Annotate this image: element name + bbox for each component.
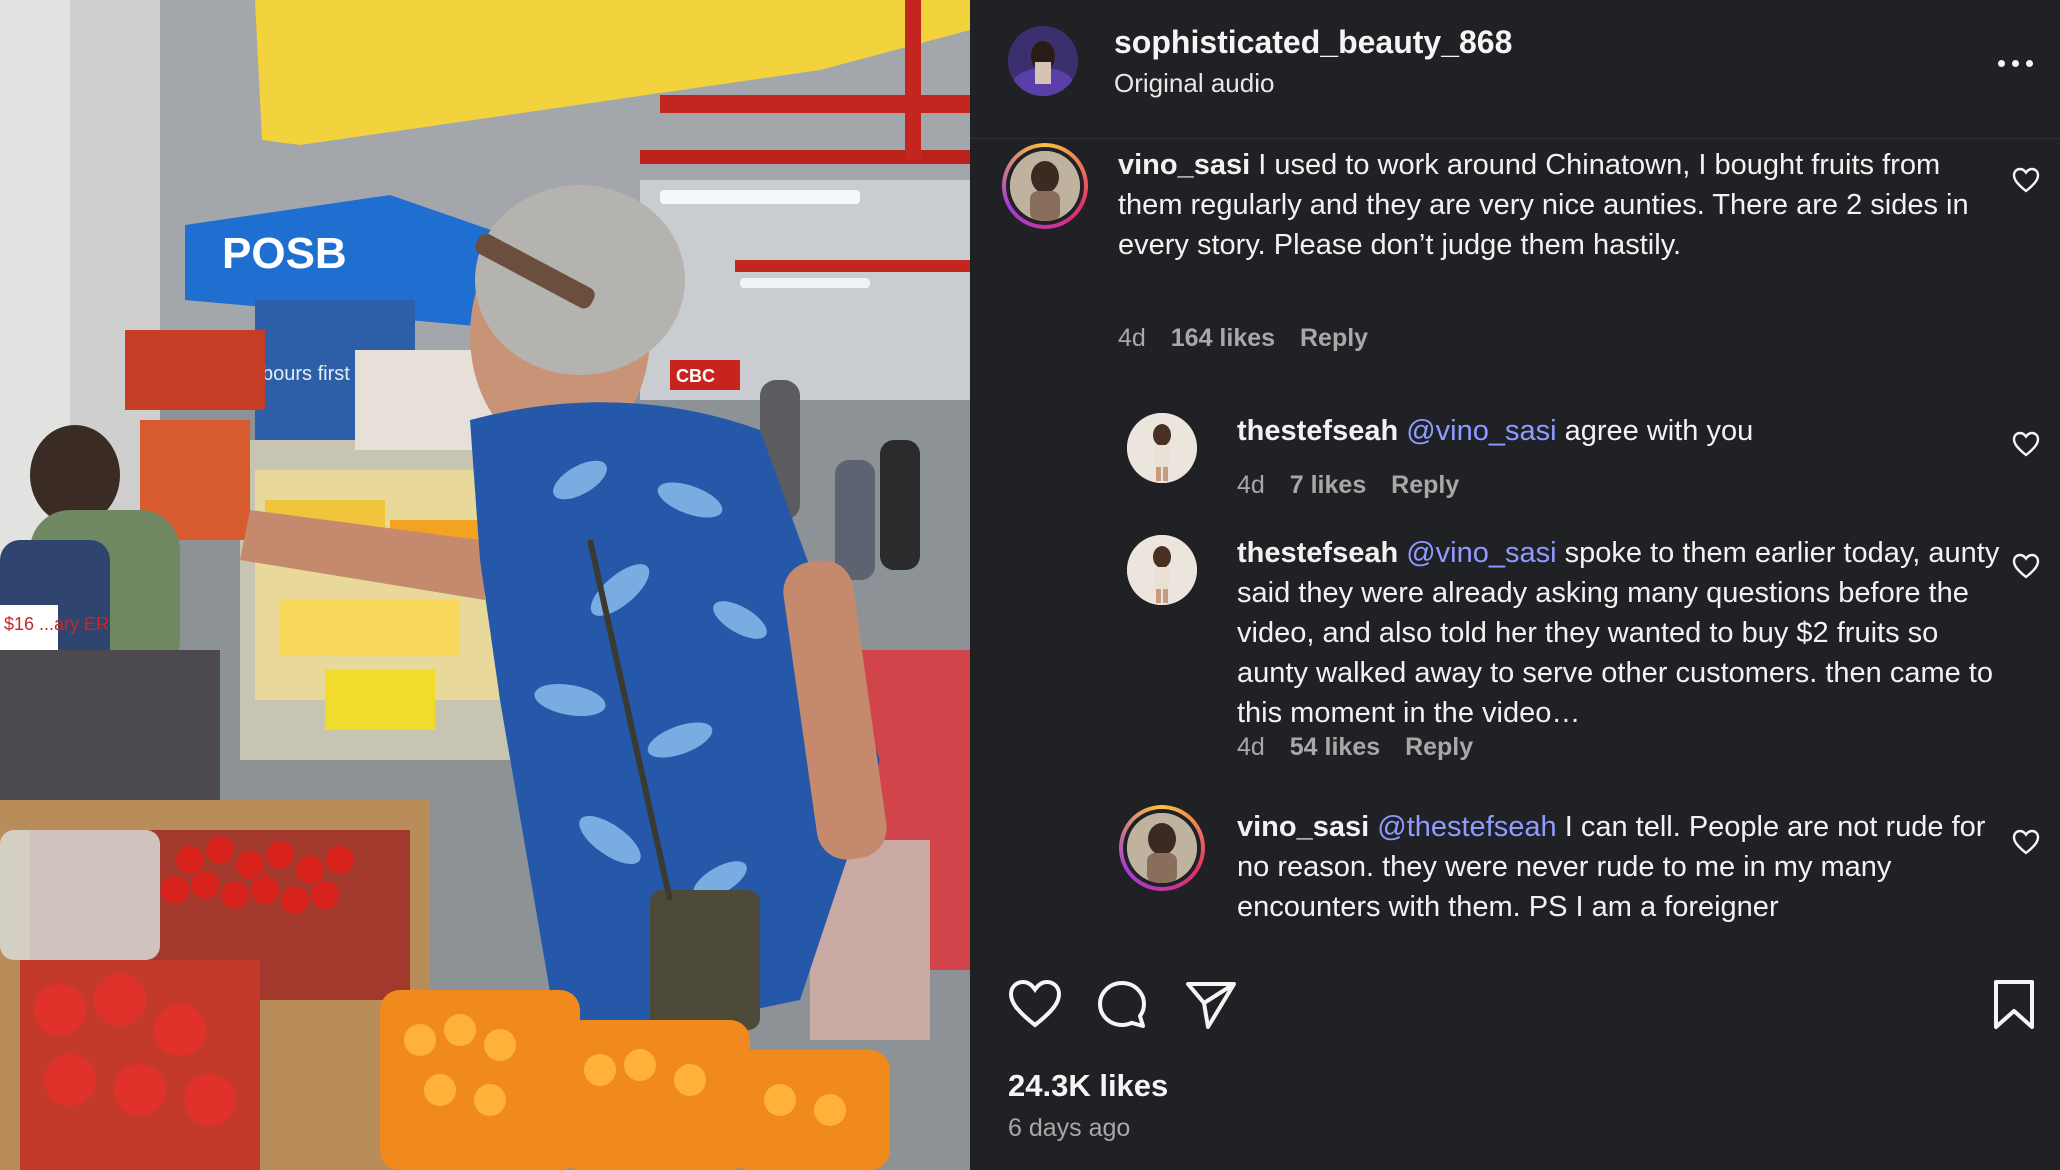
comment-time: 4d bbox=[1237, 471, 1265, 499]
comment-time: 4d bbox=[1118, 324, 1146, 352]
comment-mention[interactable]: @vino_sasi bbox=[1406, 537, 1556, 569]
comment-reply-item: thestefseah @vino_sasi spoke to them ear… bbox=[970, 523, 2060, 773]
market-scene-image: POSB bours first ers secon CBC $16 ...ar… bbox=[0, 0, 970, 1170]
comment-item: vino_sasi I used to work around Chinatow… bbox=[970, 139, 2060, 369]
bookmark-icon[interactable] bbox=[1992, 979, 2036, 1031]
comment-like-heart-icon[interactable] bbox=[2012, 829, 2040, 855]
post-details-panel: sophisticated_beauty_868 Original audio … bbox=[970, 0, 2060, 1170]
comment-body: vino_sasi I used to work around Chinatow… bbox=[1118, 145, 1978, 265]
comment-mention[interactable]: @vino_sasi bbox=[1406, 415, 1556, 447]
comment-like-heart-icon[interactable] bbox=[2012, 431, 2040, 457]
comment-icon[interactable] bbox=[1096, 979, 1148, 1031]
commenter-avatar[interactable] bbox=[1127, 535, 1197, 605]
author-avatar[interactable] bbox=[1008, 26, 1078, 96]
post-timestamp[interactable]: 6 days ago bbox=[1008, 1114, 1130, 1143]
reply-button[interactable]: Reply bbox=[1391, 471, 1459, 499]
reply-button[interactable]: Reply bbox=[1405, 733, 1473, 761]
author-username[interactable]: sophisticated_beauty_868 bbox=[1114, 24, 1512, 61]
post-action-bar bbox=[970, 975, 2060, 1045]
audio-label[interactable]: Original audio bbox=[1114, 68, 1274, 99]
comment-username[interactable]: thestefseah bbox=[1237, 415, 1398, 447]
comment-like-heart-icon[interactable] bbox=[2012, 553, 2040, 579]
comment-username[interactable]: vino_sasi bbox=[1118, 149, 1250, 181]
comment-username[interactable]: vino_sasi bbox=[1237, 811, 1369, 843]
comment-likes[interactable]: 7 likes bbox=[1290, 471, 1366, 499]
commenter-avatar[interactable] bbox=[1002, 143, 1088, 229]
comment-meta: 4d 164 likes Reply bbox=[1118, 324, 1386, 353]
comment-body: thestefseah @vino_sasi spoke to them ear… bbox=[1237, 533, 2017, 733]
comment-meta: 4d 7 likes Reply bbox=[1237, 471, 1477, 500]
post-like-count[interactable]: 24.3K likes bbox=[1008, 1068, 1168, 1104]
comments-list[interactable]: vino_sasi I used to work around Chinatow… bbox=[970, 139, 2060, 949]
comment-body: vino_sasi @thestefseah I can tell. Peopl… bbox=[1237, 807, 2017, 927]
post-header: sophisticated_beauty_868 Original audio bbox=[970, 0, 2060, 139]
more-options-icon[interactable] bbox=[1994, 44, 2038, 80]
comment-text: agree with you bbox=[1564, 415, 1754, 447]
comment-likes[interactable]: 164 likes bbox=[1171, 324, 1275, 352]
posb-sign-text: POSB bbox=[222, 229, 347, 278]
comment-like-heart-icon[interactable] bbox=[2012, 167, 2040, 193]
comment-meta: 4d 54 likes Reply bbox=[1237, 733, 1491, 762]
comment-likes[interactable]: 54 likes bbox=[1290, 733, 1380, 761]
comment-mention[interactable]: @thestefseah bbox=[1377, 811, 1556, 843]
ocbc-sign-text: CBC bbox=[676, 366, 715, 386]
comment-time: 4d bbox=[1237, 733, 1265, 761]
comment-username[interactable]: thestefseah bbox=[1237, 537, 1398, 569]
commenter-avatar[interactable] bbox=[1119, 805, 1205, 891]
commenter-avatar[interactable] bbox=[1127, 413, 1197, 483]
send-icon[interactable] bbox=[1184, 979, 1238, 1031]
comment-reply-item: thestefseah @vino_sasi agree with you 4d… bbox=[970, 401, 2060, 511]
comment-body: thestefseah @vino_sasi agree with you bbox=[1237, 411, 2017, 451]
price-tag-text: $16 ...ary ER bbox=[4, 614, 109, 634]
comment-reply-item: vino_sasi @thestefseah I can tell. Peopl… bbox=[970, 805, 2060, 949]
reply-button[interactable]: Reply bbox=[1300, 324, 1368, 352]
heart-icon[interactable] bbox=[1008, 979, 1062, 1029]
reel-video[interactable]: POSB bours first ers secon CBC $16 ...ar… bbox=[0, 0, 970, 1170]
